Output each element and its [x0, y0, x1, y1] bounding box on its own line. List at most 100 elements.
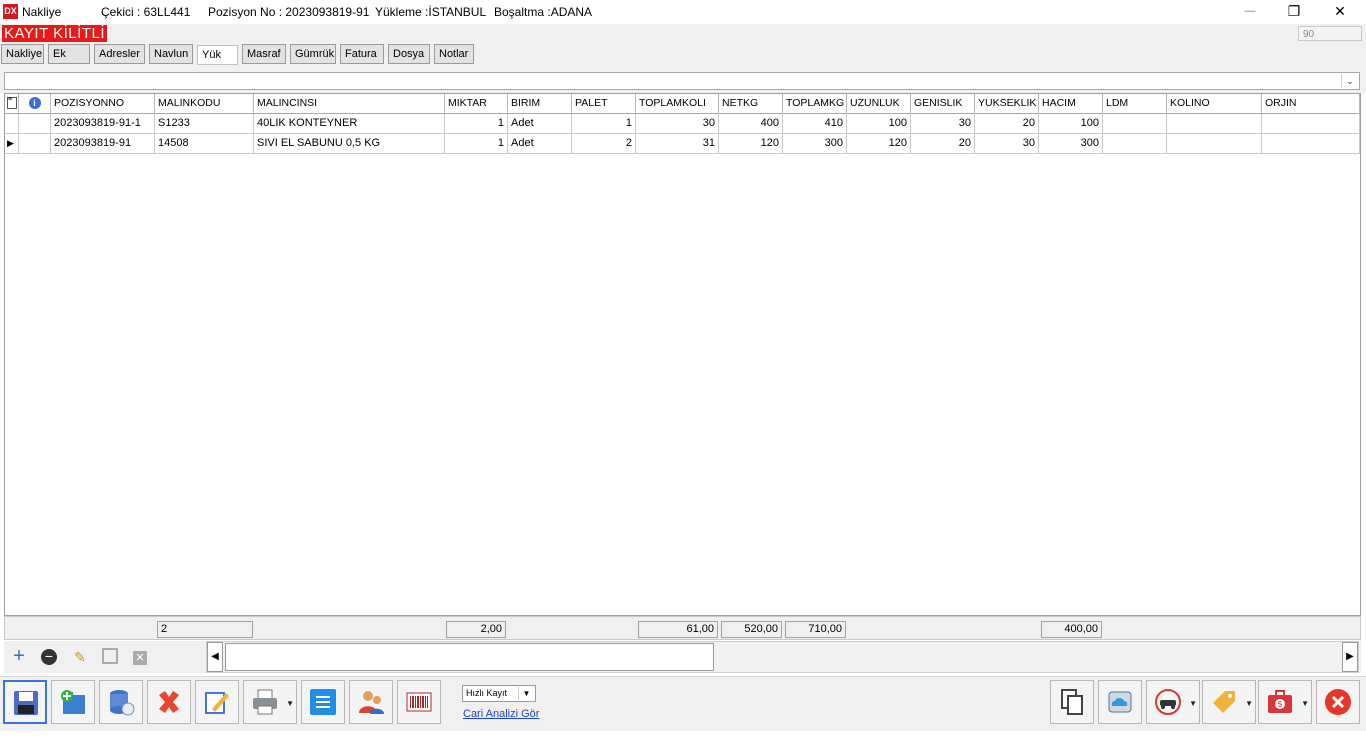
cell-ldm[interactable]: [1103, 114, 1167, 134]
tab-masraf[interactable]: Masraf: [242, 44, 286, 64]
chevron-down-icon[interactable]: ▼: [518, 687, 534, 700]
cell-toplamkg[interactable]: 300: [783, 134, 847, 154]
edit-record-button[interactable]: [195, 680, 239, 724]
col-toplamkg[interactable]: TOPLAMKG: [783, 94, 847, 114]
minus-icon[interactable]: −: [40, 648, 58, 666]
cell-birim[interactable]: Adet: [508, 134, 572, 154]
exit-button[interactable]: [1316, 680, 1360, 724]
counter-field[interactable]: 90: [1298, 26, 1362, 41]
plus-icon[interactable]: +: [10, 646, 28, 666]
col-orjin[interactable]: ORJIN: [1262, 94, 1360, 114]
cell-yukseklik[interactable]: 30: [975, 134, 1039, 154]
cell-toplamkoli[interactable]: 31: [636, 134, 719, 154]
new-record-button[interactable]: [51, 680, 95, 724]
cloud-button[interactable]: [1098, 680, 1142, 724]
cell-miktar[interactable]: 1: [445, 134, 508, 154]
quick-record-select[interactable]: Hızlı Kayıt ▼: [462, 685, 536, 702]
col-ldm[interactable]: LDM: [1103, 94, 1167, 114]
col-birim[interactable]: BIRIM: [508, 94, 572, 114]
cargo-grid[interactable]: ≡ i POZISYONNO MALINKODU MALINCINSI MIKT…: [4, 93, 1361, 616]
cell-orjin[interactable]: [1262, 114, 1360, 134]
col-yukseklik[interactable]: YUKSEKLIK: [975, 94, 1039, 114]
tab-navlun[interactable]: Navlun: [149, 44, 193, 64]
database-button[interactable]: [99, 680, 143, 724]
cell-miktar[interactable]: 1: [445, 114, 508, 134]
cell-malinkodu[interactable]: S1233: [155, 114, 254, 134]
restore-button[interactable]: ❐: [1272, 0, 1316, 24]
caret-down-icon[interactable]: ▼: [286, 699, 294, 708]
col-miktar[interactable]: MIKTAR: [445, 94, 508, 114]
col-netkg[interactable]: NETKG: [719, 94, 783, 114]
col-pozisyonno[interactable]: POZISYONNO: [51, 94, 155, 114]
cell-uzunluk[interactable]: 100: [847, 114, 911, 134]
col-toplamkoli[interactable]: TOPLAMKOLI: [636, 94, 719, 114]
vehicle-button[interactable]: ▼: [1146, 680, 1200, 724]
cell-ldm[interactable]: [1103, 134, 1167, 154]
col-malinkodu[interactable]: MALINKODU: [155, 94, 254, 114]
users-button[interactable]: [349, 680, 393, 724]
col-hacim[interactable]: HACIM: [1039, 94, 1103, 114]
tag-button[interactable]: ▼: [1202, 680, 1256, 724]
delete-record-button[interactable]: [147, 680, 191, 724]
cell-malincinsi[interactable]: SIVI EL SABUNU 0,5 KG: [254, 134, 445, 154]
cell-netkg[interactable]: 120: [719, 134, 783, 154]
row-selector[interactable]: [5, 114, 19, 134]
col-palet[interactable]: PALET: [572, 94, 636, 114]
chevron-down-icon[interactable]: ⌄: [1341, 74, 1358, 88]
cell-malinkodu[interactable]: 14508: [155, 134, 254, 154]
tab-gumruk[interactable]: Gümrük: [290, 44, 336, 64]
col-genislik[interactable]: GENISLIK: [911, 94, 975, 114]
save-record-button[interactable]: [3, 680, 47, 724]
cancel-icon[interactable]: ✕: [131, 648, 149, 666]
tab-adresler[interactable]: Adresler: [94, 44, 145, 64]
cell-netkg[interactable]: 400: [719, 114, 783, 134]
col-kolino[interactable]: KOLINO: [1167, 94, 1262, 114]
cari-analiz-link[interactable]: Cari Analizi Gör: [463, 708, 539, 720]
cell-pozisyonno[interactable]: 2023093819-91-1: [51, 114, 155, 134]
caret-down-icon[interactable]: ▼: [1189, 699, 1197, 708]
expense-button[interactable]: $ ▼: [1258, 680, 1312, 724]
col-malincinsi[interactable]: MALINCINSI: [254, 94, 445, 114]
cell-kolino[interactable]: [1167, 134, 1262, 154]
copy-button[interactable]: [1050, 680, 1094, 724]
column-chooser[interactable]: ≡: [5, 94, 19, 114]
tab-fatura[interactable]: Fatura: [340, 44, 384, 64]
scroll-right-button[interactable]: ▶: [1342, 642, 1358, 672]
horizontal-scrollbar[interactable]: ◀ ▶: [206, 641, 1359, 673]
cell-orjin[interactable]: [1262, 134, 1360, 154]
cell-hacim[interactable]: 300: [1039, 134, 1103, 154]
cell-kolino[interactable]: [1167, 114, 1262, 134]
tab-yuk[interactable]: Yük: [197, 45, 238, 65]
cell-malincinsi[interactable]: 40LIK KONTEYNER: [254, 114, 445, 134]
close-window-button[interactable]: ✕: [1318, 0, 1362, 24]
cell-yukseklik[interactable]: 20: [975, 114, 1039, 134]
cell-birim[interactable]: Adet: [508, 114, 572, 134]
barcode-button[interactable]: [397, 680, 441, 724]
filter-combo[interactable]: ⌄: [4, 72, 1360, 90]
minimize-button[interactable]: —: [1228, 0, 1272, 24]
cell-pozisyonno[interactable]: 2023093819-91: [51, 134, 155, 154]
scroll-left-button[interactable]: ◀: [207, 642, 223, 672]
tab-dosya[interactable]: Dosya: [388, 44, 430, 64]
list-button[interactable]: [301, 680, 345, 724]
cell-palet[interactable]: 1: [572, 114, 636, 134]
cell-toplamkg[interactable]: 410: [783, 114, 847, 134]
cell-toplamkoli[interactable]: 30: [636, 114, 719, 134]
cell-uzunluk[interactable]: 120: [847, 134, 911, 154]
scroll-thumb[interactable]: [225, 643, 714, 671]
cell-palet[interactable]: 2: [572, 134, 636, 154]
edit-icon[interactable]: ✎: [71, 648, 89, 666]
cell-genislik[interactable]: 20: [911, 134, 975, 154]
current-row-indicator[interactable]: ▶: [5, 134, 19, 154]
cell-hacim[interactable]: 100: [1039, 114, 1103, 134]
money-briefcase-icon: $: [1268, 690, 1292, 713]
tab-ek[interactable]: Ek: [48, 44, 90, 64]
cell-genislik[interactable]: 30: [911, 114, 975, 134]
print-button[interactable]: ▼: [243, 680, 297, 724]
save-icon[interactable]: [101, 648, 119, 666]
caret-down-icon[interactable]: ▼: [1301, 699, 1309, 708]
caret-down-icon[interactable]: ▼: [1245, 699, 1253, 708]
tab-nakliye[interactable]: Nakliye: [1, 44, 44, 64]
tab-notlar[interactable]: Notlar: [434, 44, 474, 64]
col-uzunluk[interactable]: UZUNLUK: [847, 94, 911, 114]
